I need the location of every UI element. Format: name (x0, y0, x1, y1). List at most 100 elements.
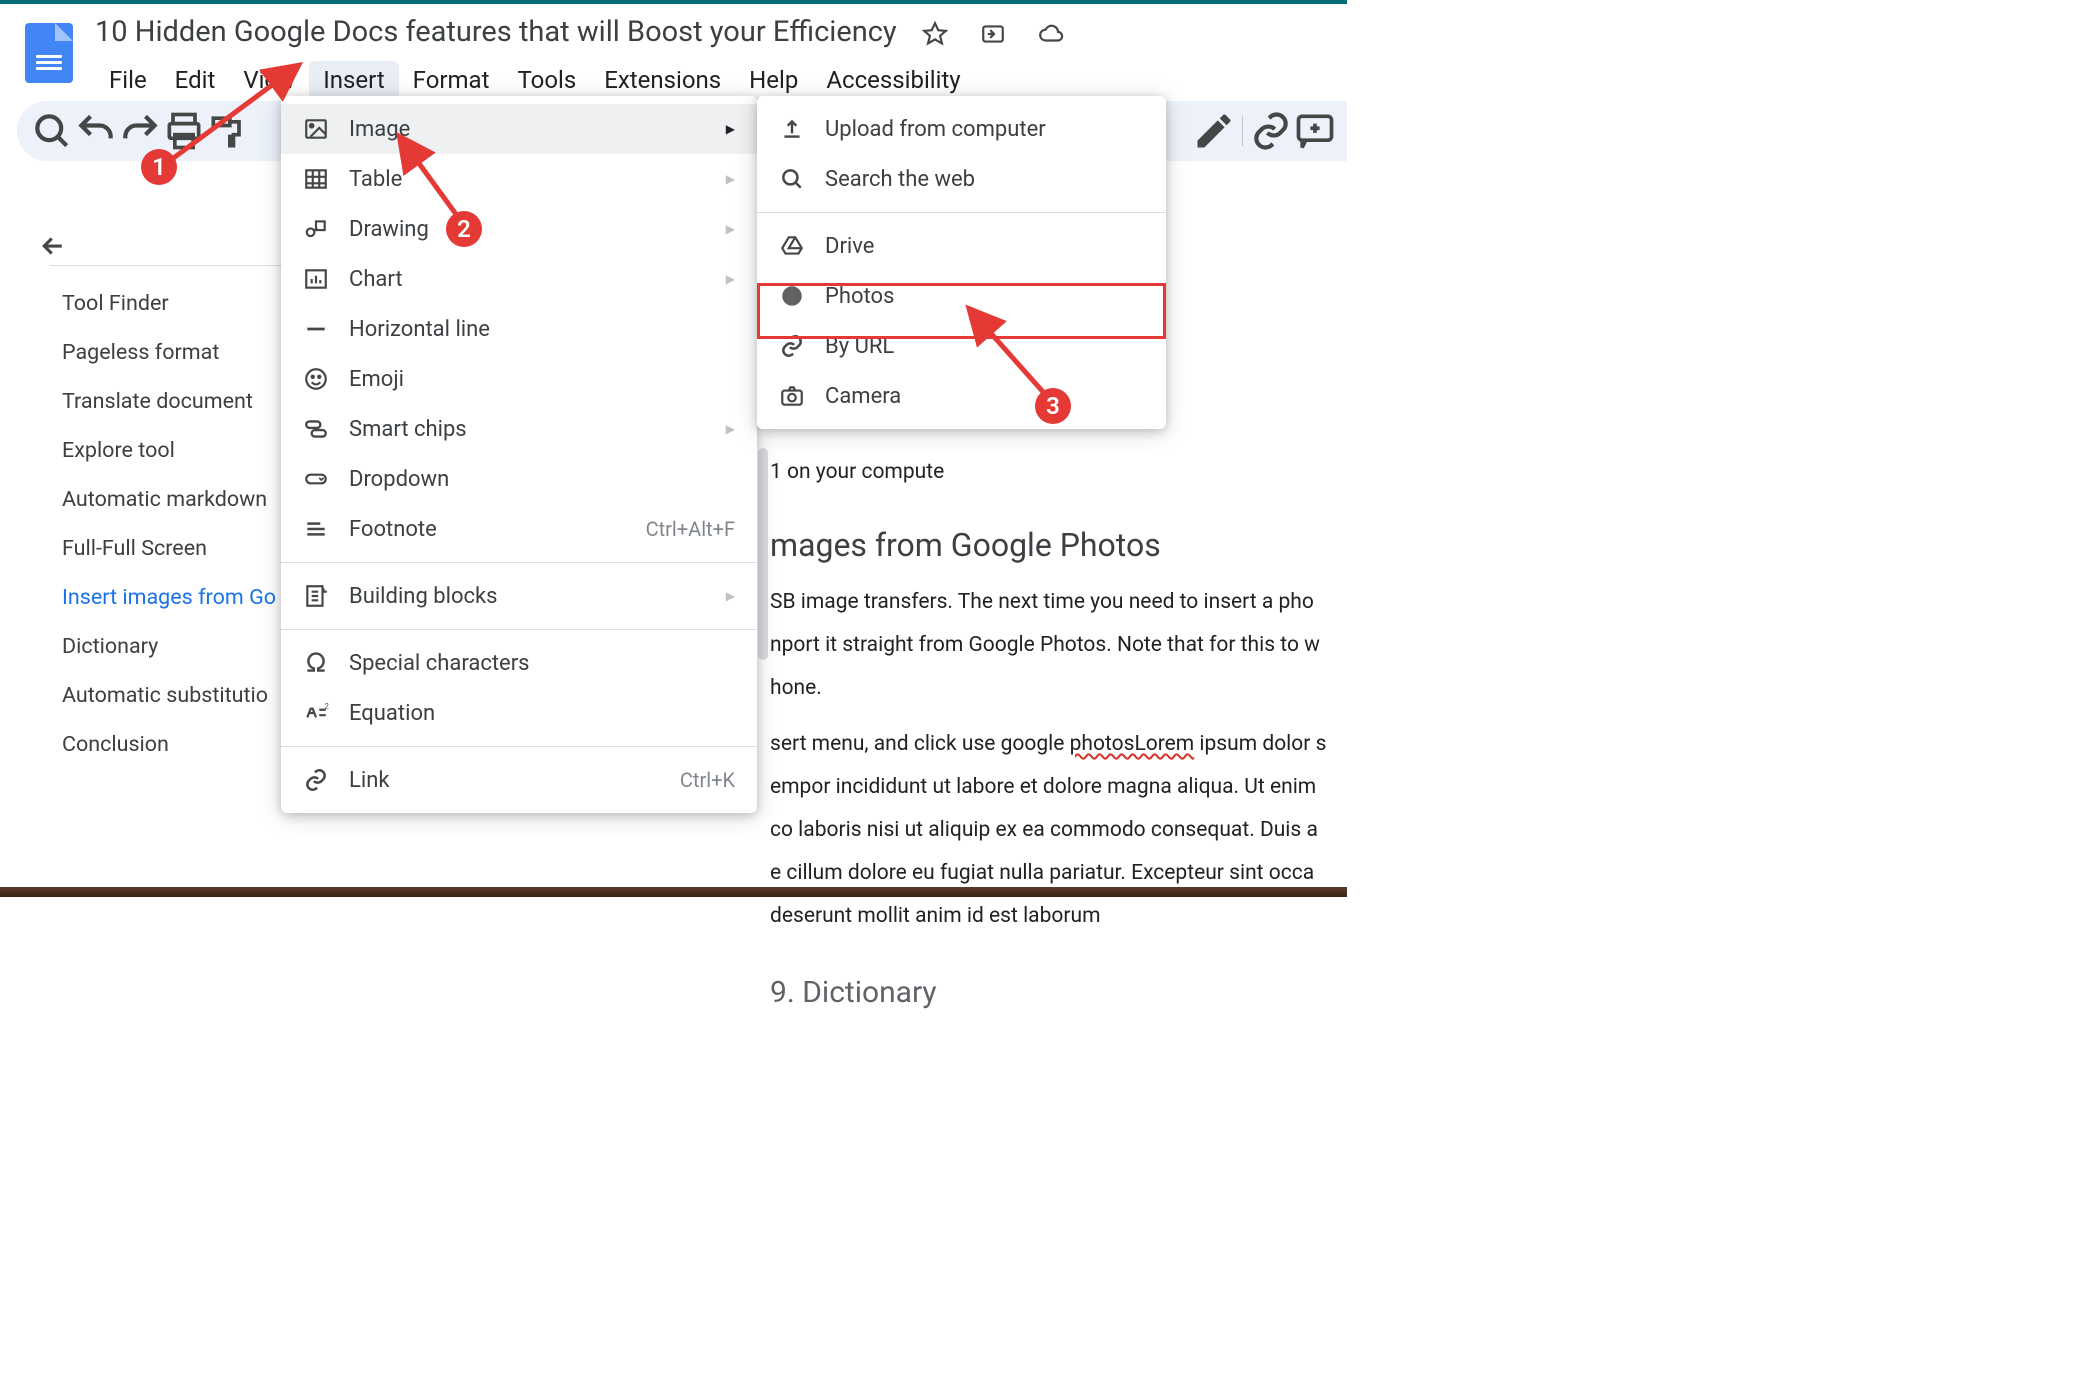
outline-collapse-icon[interactable] (38, 231, 298, 269)
insert-item-emoji[interactable]: Emoji (281, 354, 757, 404)
menu-item-label: Image (349, 117, 735, 142)
menu-item-label: Smart chips (349, 417, 735, 442)
menu-edit[interactable]: Edit (161, 61, 230, 99)
document-title[interactable]: 10 Hidden Google Docs features that will… (95, 15, 897, 49)
dropdown-icon (303, 466, 329, 492)
menubar: FileEditViewInsertFormatToolsExtensionsH… (95, 61, 975, 99)
image-submenu: Upload from computer Search the web DriveP… (757, 96, 1166, 429)
menu-file[interactable]: File (95, 61, 161, 99)
body-text: ipsum dolor s (1194, 732, 1326, 756)
submenu-arrow-icon: ▶ (726, 272, 735, 286)
image-submenu-item-photos[interactable]: Photos (757, 271, 1166, 321)
outline-item[interactable]: Insert images from Go (62, 587, 302, 609)
toolbar-right (1192, 101, 1337, 161)
outline-item[interactable]: Dictionary (62, 636, 302, 658)
outline-item[interactable]: Tool Finder (62, 293, 302, 315)
insert-item-footnote[interactable]: FootnoteCtrl+Alt+F (281, 504, 757, 554)
menu-extensions[interactable]: Extensions (590, 61, 735, 99)
submenu-arrow-icon: ▶ (726, 222, 735, 236)
header-actions (922, 21, 1064, 47)
redo-icon[interactable] (118, 109, 162, 153)
image-submenu-item-by-url[interactable]: By URL (757, 321, 1166, 371)
edit-mode-icon[interactable] (1192, 109, 1236, 153)
outline-item[interactable]: Automatic markdown (62, 489, 302, 511)
submenu-arrow-icon: ▶ (726, 422, 735, 436)
menu-item-label: Emoji (349, 367, 735, 392)
menu-item-label: Search the web (825, 167, 1144, 192)
outline-item[interactable]: Conclusion (62, 734, 302, 756)
svg-text:2: 2 (325, 702, 329, 711)
toolbar-sep (1242, 116, 1243, 146)
body-text: e cillum dolore eu fugiat nulla pariatur… (770, 858, 1347, 890)
searchweb-icon (779, 166, 805, 192)
insert-menu-dropdown: Image▶Table▶Drawing▶Chart▶Horizontal lin… (281, 96, 757, 813)
photos-icon (779, 283, 805, 309)
insert-item-drawing[interactable]: Drawing▶ (281, 204, 757, 254)
body-text: SB image transfers. The next time you ne… (770, 587, 1347, 619)
menu-insert[interactable]: Insert (309, 61, 398, 99)
equation-icon: 2 (303, 700, 329, 726)
camera-icon (779, 383, 805, 409)
image-submenu-separator (757, 212, 1166, 213)
menu-item-label: Horizontal line (349, 317, 735, 342)
menu-accessibility[interactable]: Accessibility (812, 61, 974, 99)
body-text: 1 on your compute (770, 457, 1347, 489)
insert-item-table[interactable]: Table▶ (281, 154, 757, 204)
star-icon[interactable] (922, 21, 948, 47)
menu-item-label: Camera (825, 384, 1144, 409)
insert-separator (281, 562, 757, 563)
submenu-scrollbar-thumb[interactable] (758, 448, 768, 660)
image-submenu-item-camera[interactable]: Camera (757, 371, 1166, 421)
insert-item-smart-chips[interactable]: Smart chips▶ (281, 404, 757, 454)
submenu-arrow-icon: ▶ (726, 122, 735, 136)
drawing-icon (303, 216, 329, 242)
menu-shortcut: Ctrl+K (680, 768, 735, 792)
drive-icon (779, 233, 805, 259)
search-tool-icon[interactable] (30, 109, 74, 153)
outline-item[interactable]: Explore tool (62, 440, 302, 462)
insert-item-link[interactable]: LinkCtrl+K (281, 755, 757, 805)
outline-item[interactable]: Automatic substitutio (62, 685, 302, 707)
docs-logo[interactable] (25, 23, 73, 83)
image-submenu-item-upload-from-computer[interactable]: Upload from computer (757, 104, 1166, 154)
add-comment-icon[interactable] (1293, 109, 1337, 153)
outline-item[interactable]: Pageless format (62, 342, 302, 364)
print-icon[interactable] (162, 109, 206, 153)
insert-link-toolbar-icon[interactable] (1249, 109, 1293, 153)
body-text: co laboris nisi ut aliquip ex ea commodo… (770, 815, 1347, 847)
insert-item-horizontal-line[interactable]: Horizontal line (281, 304, 757, 354)
insert-item-chart[interactable]: Chart▶ (281, 254, 757, 304)
menu-item-label: Drawing (349, 217, 735, 242)
menu-item-label: Dropdown (349, 467, 735, 492)
menu-help[interactable]: Help (735, 61, 812, 99)
insert-item-dropdown[interactable]: Dropdown (281, 454, 757, 504)
spellcheck-word: photosLorem (1070, 732, 1195, 756)
menu-item-label: By URL (825, 334, 1144, 359)
outline-item[interactable]: Full-Full Screen (62, 538, 302, 560)
outline-item[interactable]: Translate document (62, 391, 302, 413)
move-icon[interactable] (980, 21, 1006, 47)
docs-logo-lines (36, 52, 62, 73)
insert-item-equation[interactable]: 2Equation (281, 688, 757, 738)
emoji-icon (303, 366, 329, 392)
insert-item-building-blocks[interactable]: Building blocks▶ (281, 571, 757, 621)
image-submenu-item-search-the-web[interactable]: Search the web (757, 154, 1166, 204)
menu-item-label: Link (349, 768, 735, 793)
heading-2: mages from Google Photos (770, 521, 1347, 570)
menu-item-label: Upload from computer (825, 117, 1144, 142)
undo-icon[interactable] (74, 109, 118, 153)
cloud-status-icon[interactable] (1038, 21, 1064, 47)
image-submenu-item-drive[interactable]: Drive (757, 221, 1166, 271)
table-icon (303, 166, 329, 192)
window-accent-bar (0, 0, 1347, 4)
chips-icon (303, 416, 329, 442)
insert-separator (281, 629, 757, 630)
submenu-arrow-icon: ▶ (726, 589, 735, 603)
format-paint-icon[interactable] (206, 109, 250, 153)
insert-item-special-characters[interactable]: Special characters (281, 638, 757, 688)
insert-item-image[interactable]: Image▶ (281, 104, 757, 154)
menu-format[interactable]: Format (399, 61, 504, 99)
menu-tools[interactable]: Tools (503, 61, 590, 99)
menu-view[interactable]: View (229, 61, 309, 99)
submenu-arrow-icon: ▶ (726, 172, 735, 186)
